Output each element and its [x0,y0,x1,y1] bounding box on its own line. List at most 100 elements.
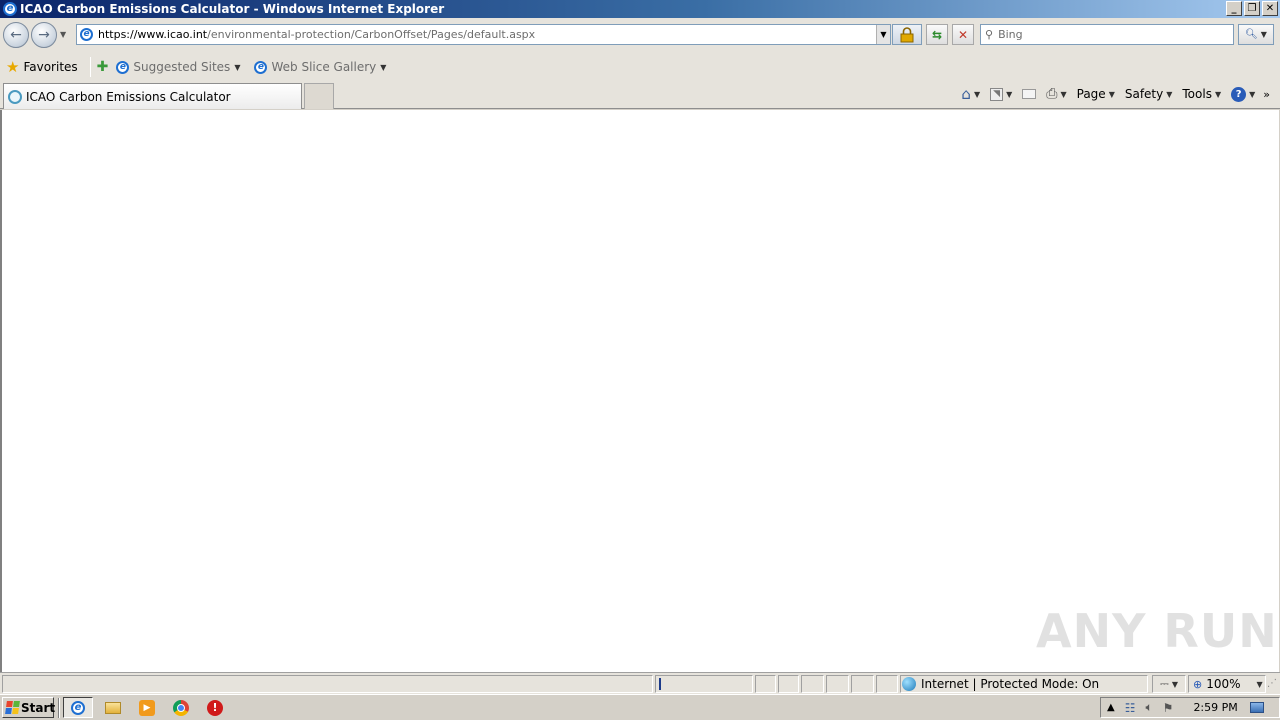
favorites-star-icon: ★ [6,58,20,76]
chevron-down-icon: ▼ [234,62,241,72]
chevron-down-icon: ▼ [1060,89,1067,99]
status-cell [851,675,874,693]
system-tray: ▲ ☷ 🔈︎ ⚑ 2:59 PM [1100,697,1280,718]
progress-indicator [659,678,661,690]
zoom-control[interactable]: ⊕ 100% ▼ [1188,675,1266,693]
web-slice-icon: e [254,60,268,74]
show-hidden-icons-chevron-icon[interactable]: ▲ [1107,702,1115,713]
show-desktop-icon[interactable] [1249,702,1264,713]
status-bar: Internet | Protected Mode: On ⎓ ▼ ⊕ 100% … [0,672,1280,694]
suggested-sites-link[interactable]: e Suggested Sites ▼ [116,60,240,74]
start-button[interactable]: Start [2,697,56,718]
recent-pages-dropdown[interactable]: ▼ [60,30,66,39]
stop-button[interactable]: ✕ [952,24,974,45]
status-cell [778,675,799,693]
taskbar-file-explorer[interactable] [98,697,128,718]
page-icon: e [80,28,93,41]
internet-globe-icon [902,677,916,691]
address-dropdown-button[interactable]: ▼ [876,25,890,44]
action-center-flag-icon[interactable]: ⚑ [1163,701,1174,715]
taskbar-divider [58,698,60,718]
printer-icon: ⎙ [1046,86,1058,102]
feeds-button[interactable]: ◥ ▼ [990,87,1012,101]
web-slice-gallery-label: Web Slice Gallery [271,60,377,74]
back-arrow-icon: ← [10,27,22,43]
taskbar-internet-explorer[interactable]: e [63,697,93,718]
tab-row: ICAO Carbon Emissions Calculator ⌂ ▼ ◥ ▼ ⎙… [0,80,1280,109]
refresh-icon: ⇆ [931,27,943,42]
suggested-sites-label: Suggested Sites [133,60,231,74]
chevron-down-icon: ▼ [973,89,981,99]
favorites-divider [89,57,91,77]
security-lock-button[interactable] [892,24,922,45]
status-cell [826,675,849,693]
anyrun-watermark: ANY RUN [1036,604,1278,658]
refresh-button[interactable]: ⇆ [926,24,948,45]
loading-globe-icon [8,89,22,104]
window-controls: _ ❐ ✕ [1226,1,1278,16]
tab-label: ICAO Carbon Emissions Calculator [26,89,231,104]
chevron-down-icon: ▼ [1249,89,1256,99]
help-button[interactable]: ? ▼ [1231,86,1256,102]
rss-feed-icon: ◥ [990,87,1004,101]
network-icon[interactable]: ☷ [1125,701,1136,715]
security-zone-cell[interactable]: Internet | Protected Mode: On [900,675,1148,693]
page-content[interactable] [0,110,1280,672]
mail-icon [1022,89,1037,99]
progress-cell [655,675,753,693]
chevron-down-icon: ▼ [1166,89,1173,99]
page-menu[interactable]: Page ▼ [1077,87,1115,101]
chrome-icon [173,699,189,716]
internet-explorer-icon: e [71,700,85,715]
safety-menu[interactable]: Safety ▼ [1125,87,1173,101]
search-options-dropdown-icon: ▼ [1260,30,1267,39]
search-button[interactable]: 🔍︎ ▼ [1238,24,1274,45]
taskbar: Start e ▶ ! ▲ ☷ 🔈︎ ⚑ 2:59 PM [0,694,1280,720]
home-button[interactable]: ⌂ ▼ [961,85,980,103]
stop-x-icon: ✕ [957,27,969,42]
search-input[interactable]: ⚲ Bing [980,24,1234,45]
url-path: /environmental-protection/CarbonOffset/P… [207,28,536,41]
lock-icon [900,26,914,42]
tab-icao-carbon-calculator[interactable]: ICAO Carbon Emissions Calculator [3,83,302,109]
minimize-button[interactable]: _ [1226,1,1242,16]
padlock-icon: ⎓ [1160,677,1169,690]
resize-grip-icon[interactable]: ⋰ [1267,678,1277,689]
print-button[interactable]: ⎙ ▼ [1046,86,1066,102]
chevron-down-icon: ▼ [380,62,387,72]
restore-button[interactable]: ❐ [1244,1,1260,16]
zoom-level: 100% [1206,677,1241,691]
search-icon: 🔍︎ [1245,29,1258,40]
status-cell [801,675,824,693]
taskbar-chrome[interactable] [166,697,196,718]
add-to-favorites-bar-icon[interactable]: ✚ [97,59,109,75]
tools-menu[interactable]: Tools ▼ [1182,87,1221,101]
alert-icon: ! [207,699,223,716]
back-button[interactable]: ← [3,22,29,48]
start-label: Start [21,700,56,715]
clock[interactable]: 2:59 PM [1193,701,1237,714]
favorites-button[interactable]: ★ Favorites [6,58,78,76]
protected-mode-button[interactable]: ⎓ ▼ [1152,675,1186,693]
volume-icon[interactable]: 🔈︎ [1145,700,1152,715]
media-player-icon: ▶ [139,699,155,716]
navigation-bar: ← → ▼ e https://www.icao.int/environment… [0,18,1280,54]
window-title-bar[interactable]: e ICAO Carbon Emissions Calculator - Win… [0,0,1280,18]
search-magnifier-icon: ⚲ [985,28,994,41]
zoom-magnifier-icon: ⊕ [1193,677,1203,691]
help-icon: ? [1231,86,1247,102]
command-bar: ⌂ ▼ ◥ ▼ ⎙ ▼ Page ▼ Safety ▼ Tools ▼ ? ▼ » [961,85,1270,103]
windows-logo-icon [5,701,20,714]
status-cell [876,675,898,693]
close-button[interactable]: ✕ [1262,1,1278,16]
read-mail-button[interactable] [1022,89,1037,99]
forward-button[interactable]: → [31,22,57,48]
search-placeholder: Bing [998,28,1023,41]
taskbar-media-player[interactable]: ▶ [132,697,162,718]
taskbar-opera[interactable]: ! [200,697,230,718]
web-slice-gallery-link[interactable]: e Web Slice Gallery ▼ [254,60,386,74]
new-tab-button[interactable] [304,83,334,109]
tools-menu-label: Tools [1182,87,1212,101]
toolbar-overflow-chevron-icon[interactable]: » [1263,88,1270,101]
address-bar[interactable]: e https://www.icao.int/environmental-pro… [76,24,891,45]
